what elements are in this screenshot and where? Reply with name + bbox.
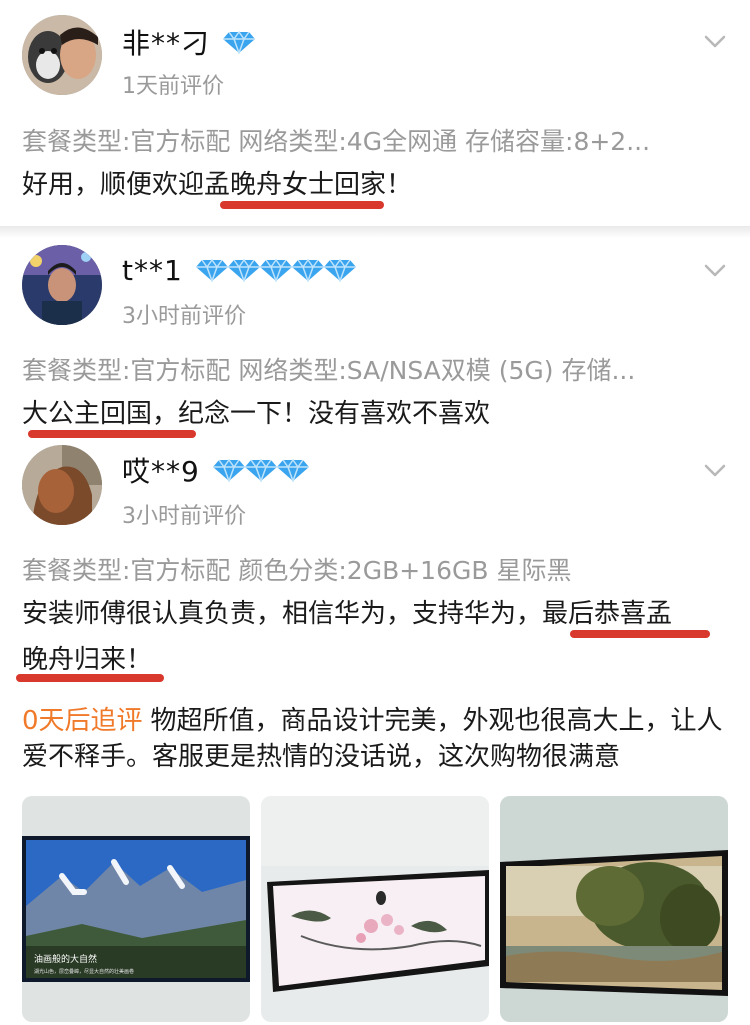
diamond-icon: [195, 258, 229, 282]
review-1: 非**刁 1天前评价 套餐类型:官方标配 网络类型:4G全网通 存储容量:8+2…: [0, 0, 750, 225]
diamond-icon: [259, 258, 293, 282]
username[interactable]: 非**刁: [122, 22, 210, 62]
highlight-underline: [570, 630, 710, 638]
product-spec: 套餐类型:官方标配 网络类型:4G全网通 存储容量:8+2...: [22, 127, 651, 156]
vip-diamonds: [212, 458, 310, 482]
tv-flower-image: [261, 796, 489, 1022]
chevron-down-icon[interactable]: [702, 257, 728, 283]
diamond-icon: [244, 458, 278, 482]
diamond-icon: [291, 258, 325, 282]
review-photo-2[interactable]: [261, 796, 489, 1022]
diamond-icon: [276, 458, 310, 482]
avatar[interactable]: [22, 15, 102, 95]
avatar-image: [22, 15, 102, 95]
review-2: t**1 3小时前评价 套餐类型:官方标配 网络类型:SA/NSA双模 (5G)…: [0, 235, 750, 438]
photo-caption-sub: 湖光山色，层峦叠嶂，尽显大自然的壮美画卷: [34, 968, 134, 975]
review-time: 3小时前评价: [122, 304, 246, 329]
review-photo-1[interactable]: 油画般的大自然 湖光山色，层峦叠嶂，尽显大自然的壮美画卷: [22, 796, 250, 1022]
avatar[interactable]: [22, 445, 102, 525]
diamond-icon: [212, 458, 246, 482]
diamond-icon: [222, 30, 256, 54]
followup-review: 0天后追评 物超所值，商品设计完美，外观也很高大上，让人爱不释手。客服更是热情的没…: [22, 703, 730, 775]
chevron-down-icon[interactable]: [702, 457, 728, 483]
tv-landscape-image: 油画般的大自然 湖光山色，层峦叠嶂，尽显大自然的壮美画卷: [22, 796, 250, 1022]
product-spec: 套餐类型:官方标配 网络类型:SA/NSA双模 (5G) 存储...: [22, 356, 636, 385]
tv-painting-image: [500, 796, 728, 1022]
username[interactable]: 哎**9: [122, 450, 200, 490]
photo-caption-title: 油画般的大自然: [34, 953, 97, 965]
product-spec: 套餐类型:官方标配 颜色分类:2GB+16GB 星际黑: [22, 556, 572, 585]
avatar[interactable]: [22, 245, 102, 325]
diamond-icon: [227, 258, 261, 282]
diamond-icon: [323, 258, 357, 282]
followup-tag: 0天后追评: [22, 706, 143, 736]
avatar-image: [22, 245, 102, 325]
review-time: 1天前评价: [122, 74, 224, 99]
username[interactable]: t**1: [122, 254, 183, 287]
avatar-image: [22, 445, 102, 525]
highlight-underline: [220, 201, 384, 209]
highlight-underline: [16, 674, 164, 682]
vip-diamonds: [222, 30, 256, 54]
review-time: 3小时前评价: [122, 504, 246, 529]
review-photo-3[interactable]: [500, 796, 728, 1022]
chevron-down-icon[interactable]: [702, 28, 728, 54]
vip-diamonds: [195, 258, 357, 282]
